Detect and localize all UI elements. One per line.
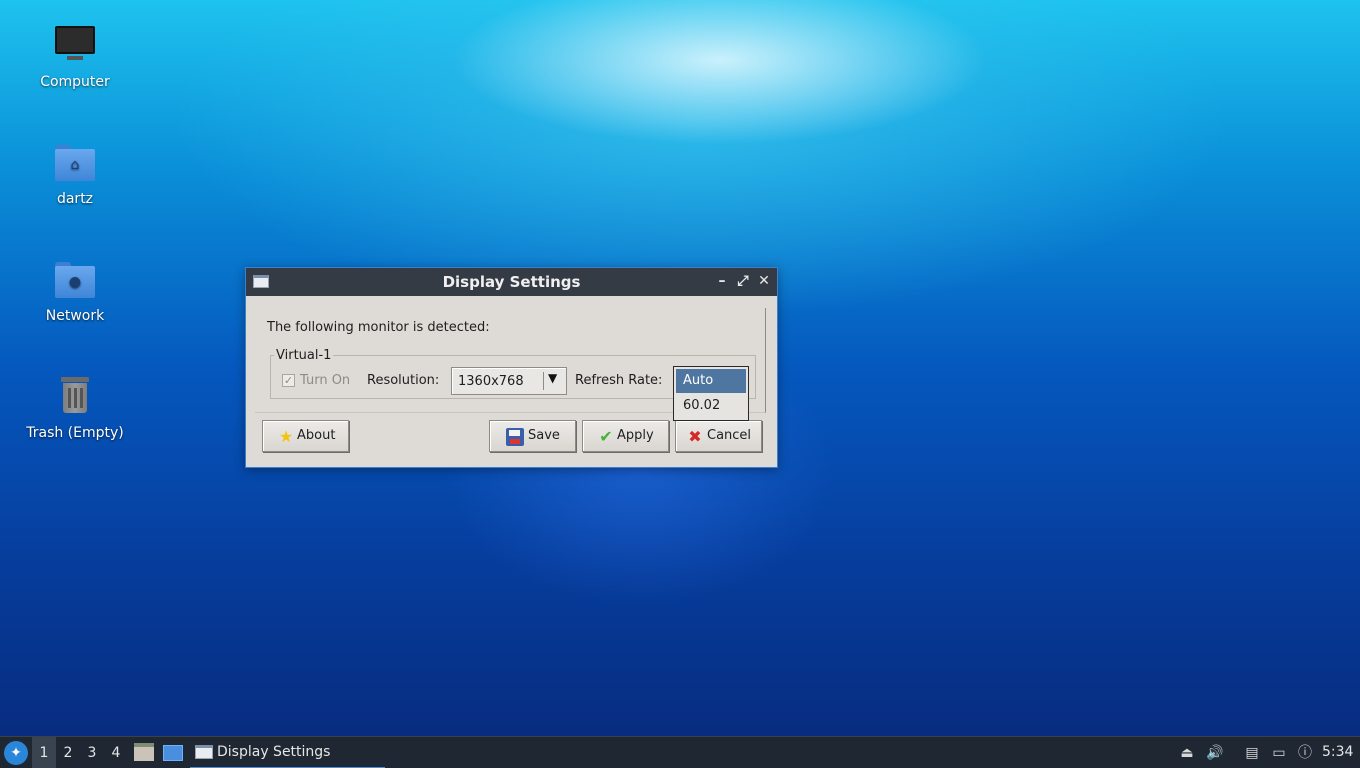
close-button[interactable]: ✕ [755, 272, 773, 290]
trash-icon [51, 373, 99, 421]
volume-icon[interactable]: 🔊 [1206, 744, 1224, 762]
desktop-switch-3[interactable]: 3 [80, 737, 104, 768]
clock[interactable]: 5:34 [1322, 744, 1353, 760]
turn-on-label: Turn On [300, 373, 351, 388]
desktop-icon-label: Computer [40, 74, 110, 90]
maximize-button[interactable]: ⤢ [734, 272, 752, 290]
refresh-option-auto[interactable]: Auto [676, 369, 746, 393]
resolution-label: Resolution: [367, 373, 440, 388]
resolution-combobox[interactable]: 1360x768 ▼ [451, 367, 567, 395]
desktop-icon-trash[interactable]: Trash (Empty) [20, 373, 130, 441]
desktop-icon-home[interactable]: ⌂ dartz [20, 139, 130, 207]
cancel-x-icon: ✖ [688, 427, 702, 446]
turn-on-checkbox[interactable]: ✓ [282, 374, 295, 387]
save-button[interactable]: Save [489, 420, 576, 452]
floppy-disk-icon [506, 428, 524, 446]
about-button[interactable]: ★ About [262, 420, 349, 452]
dialog-titlebar[interactable]: Display Settings – ⤢ ✕ [246, 268, 777, 296]
desktop-icon-computer[interactable]: Computer [20, 22, 130, 90]
desktop-icon-label: Trash (Empty) [26, 425, 124, 441]
button-row: ★ About Save ✔ Apply ✖ Cancel [246, 420, 777, 454]
network-icon[interactable]: ▭ [1270, 744, 1288, 762]
desktop-switch-2[interactable]: 2 [56, 737, 80, 768]
window-icon [195, 745, 213, 759]
monitor-name: Virtual-1 [274, 348, 334, 363]
start-menu-icon[interactable]: ✦ [4, 741, 28, 765]
star-icon: ★ [278, 427, 294, 446]
clipboard-icon[interactable]: ▤ [1243, 744, 1261, 762]
detected-text: The following monitor is detected: [267, 320, 490, 335]
refresh-rate-dropdown: Auto 60.02 [673, 366, 749, 421]
home-folder-icon: ⌂ [51, 139, 99, 187]
taskbar-task-display-settings[interactable]: Display Settings [190, 737, 385, 768]
chevron-down-icon[interactable]: ▼ [548, 371, 557, 385]
taskbar: ✦ 1 2 3 4 Display Settings ⏏ 🔊 ▤ ▭ ⓘ 5:3… [0, 736, 1360, 768]
update-notification-icon[interactable]: ⓘ [1296, 744, 1314, 762]
checkmark-icon: ✔ [599, 427, 613, 446]
network-folder-icon: ● [51, 256, 99, 304]
eject-icon[interactable]: ⏏ [1178, 744, 1196, 762]
dialog-title: Display Settings [442, 273, 581, 291]
resolution-value: 1360x768 [458, 374, 524, 389]
refresh-rate-label: Refresh Rate: [575, 373, 663, 388]
desktop-switch-1[interactable]: 1 [32, 737, 56, 768]
desktop-icon-label: Network [45, 308, 105, 324]
show-desktop-icon[interactable] [163, 745, 183, 761]
desktop-icon-label: dartz [56, 191, 94, 207]
refresh-option-60-02[interactable]: 60.02 [676, 394, 746, 418]
apply-button[interactable]: ✔ Apply [582, 420, 669, 452]
computer-icon [51, 22, 99, 70]
minimize-button[interactable]: – [713, 272, 731, 290]
file-manager-launcher-icon[interactable] [134, 743, 154, 761]
desktop-switch-4[interactable]: 4 [104, 737, 128, 768]
desktop-icon-network[interactable]: ● Network [20, 256, 130, 324]
cancel-button[interactable]: ✖ Cancel [675, 420, 762, 452]
